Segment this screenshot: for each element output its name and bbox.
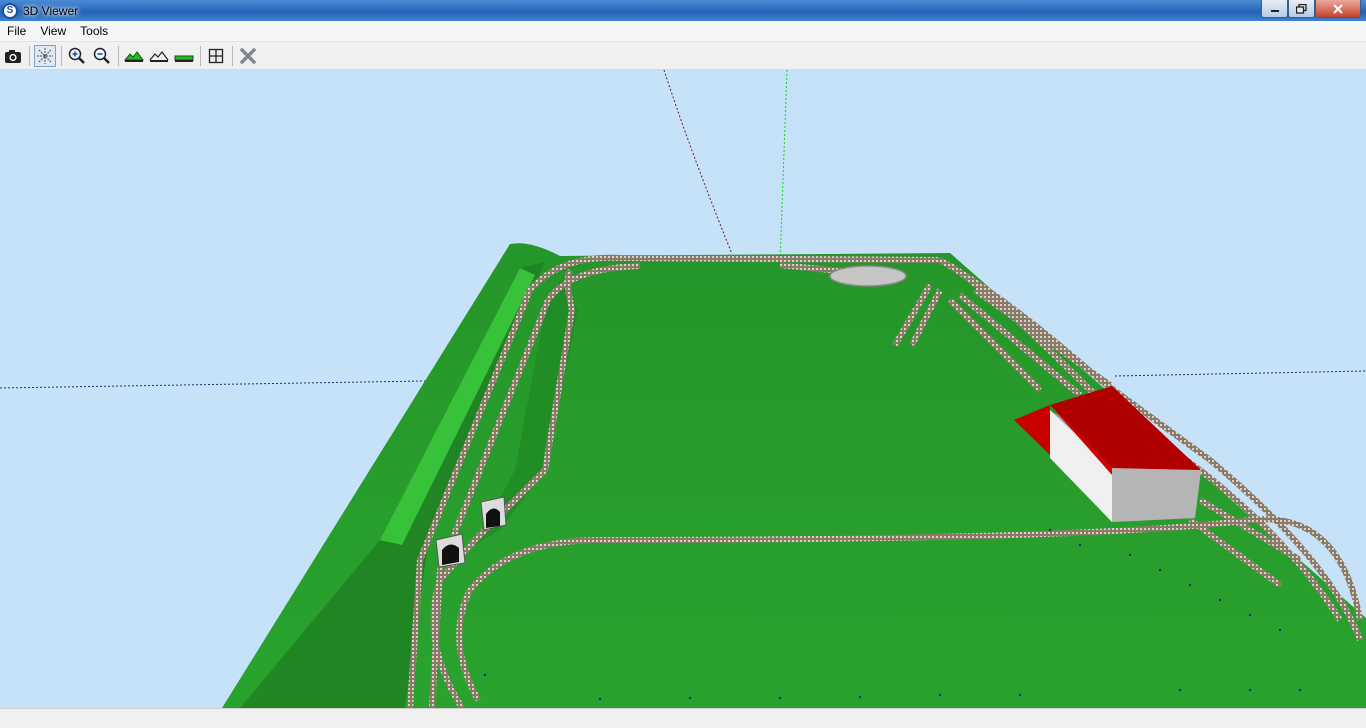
zoom-in-icon — [68, 47, 85, 64]
x-axis-line — [663, 70, 733, 255]
terrain-raise-button[interactable] — [123, 45, 145, 67]
terrain-raise-icon — [124, 50, 144, 62]
terrain-flat-button[interactable] — [173, 45, 195, 67]
camera-icon — [5, 49, 21, 63]
toolbar-separator — [118, 45, 119, 66]
menu-bar: File View Tools — [0, 21, 1366, 42]
fit-view-icon — [208, 48, 224, 63]
axes-icon — [37, 47, 53, 64]
toolbar — [0, 42, 1366, 70]
close-view-button[interactable] — [237, 45, 259, 67]
tunnel-portal — [480, 496, 507, 531]
turntable — [829, 265, 907, 287]
minimize-icon — [1270, 9, 1279, 12]
menu-file[interactable]: File — [0, 21, 33, 42]
restore-icon — [1296, 3, 1307, 14]
toolbar-separator — [61, 45, 62, 66]
zoom-out-button[interactable] — [91, 45, 113, 67]
zoom-in-button[interactable] — [66, 45, 88, 67]
terrain-outline-button[interactable] — [148, 45, 170, 67]
close-icon — [1333, 3, 1343, 14]
close-button[interactable] — [1315, 0, 1361, 18]
status-bar — [0, 708, 1366, 728]
terrain-outline-icon — [149, 50, 169, 62]
menu-view[interactable]: View — [33, 21, 73, 42]
menu-tools[interactable]: Tools — [73, 21, 115, 42]
zoom-out-icon — [93, 47, 110, 64]
fit-view-button[interactable] — [205, 45, 227, 67]
terrain-flat-icon — [174, 55, 194, 62]
app-logo-icon: S — [2, 2, 18, 19]
camera-button[interactable] — [2, 45, 24, 67]
tunnel-portal — [435, 533, 466, 568]
3d-viewport[interactable] — [0, 70, 1366, 708]
toolbar-separator — [29, 45, 30, 66]
restore-button[interactable] — [1288, 0, 1315, 18]
title-bar[interactable]: S 3D Viewer — [0, 0, 1366, 21]
toolbar-separator — [232, 45, 233, 66]
toolbar-separator — [200, 45, 201, 66]
z-axis-line-left — [0, 380, 426, 389]
scene-canvas — [0, 70, 1366, 708]
z-axis-line-right — [1114, 370, 1366, 377]
minimize-button[interactable] — [1261, 0, 1288, 18]
close-view-icon — [240, 47, 256, 64]
window-title: 3D Viewer — [23, 3, 79, 18]
axes-toggle-button[interactable] — [34, 44, 56, 67]
window-controls — [1261, 0, 1361, 18]
